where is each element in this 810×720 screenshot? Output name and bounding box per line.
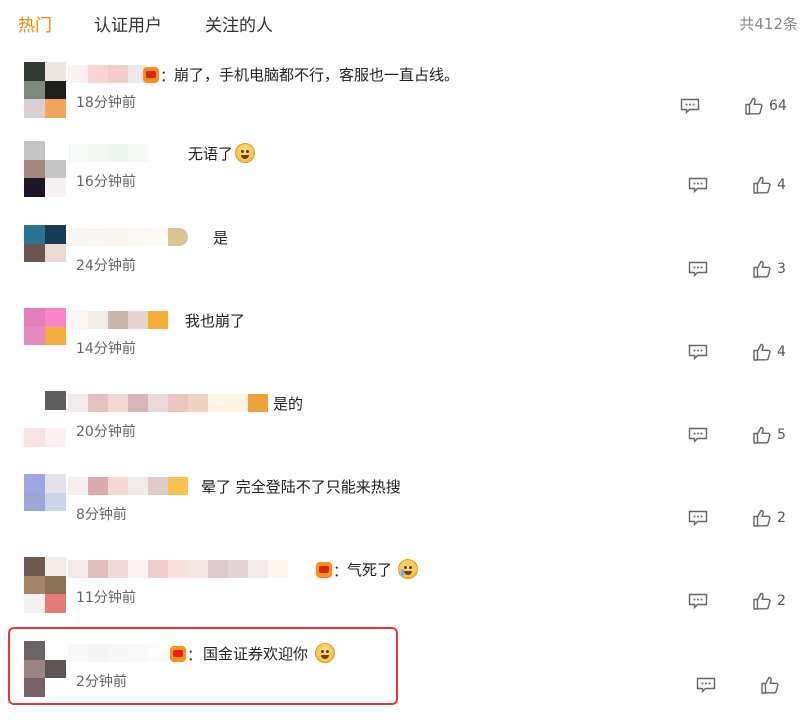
reply-button[interactable] bbox=[680, 98, 700, 115]
comment-total-count: 共412条 bbox=[739, 15, 798, 33]
like-count: 3 bbox=[777, 261, 786, 277]
comment-text: 我也崩了 bbox=[185, 312, 246, 330]
comment-bubble-icon bbox=[680, 98, 700, 115]
comment-text: 是的 bbox=[273, 395, 304, 413]
avatar[interactable] bbox=[24, 641, 66, 697]
like-count: 5 bbox=[777, 427, 786, 443]
comment-text: 晕了 完全登陆不了只能来热搜 bbox=[201, 478, 401, 496]
like-button[interactable]: 3 bbox=[752, 259, 786, 279]
member-badge-icon bbox=[170, 646, 186, 662]
comment-bubble-icon bbox=[696, 677, 716, 694]
comment-page: 热门 认证用户 关注的人 共412条 ： 崩了，手机电脑都不行，客服也一直占线。… bbox=[0, 0, 810, 720]
thumbs-up-icon bbox=[753, 343, 771, 361]
sweat-emoji-icon bbox=[235, 143, 255, 163]
username-redacted[interactable] bbox=[68, 64, 148, 84]
like-button[interactable]: 4 bbox=[752, 342, 786, 362]
reply-button[interactable] bbox=[688, 510, 708, 527]
comment-time: 20分钟前 bbox=[76, 424, 136, 440]
like-button[interactable]: 4 bbox=[752, 175, 786, 195]
like-count: 4 bbox=[777, 177, 786, 193]
comment-item: 晕了 完全登陆不了只能来热搜 8分钟前 2 bbox=[0, 474, 810, 554]
tab-following[interactable]: 关注的人 bbox=[205, 11, 273, 36]
like-button[interactable]: 64 bbox=[744, 96, 787, 116]
tab-verified-users[interactable]: 认证用户 bbox=[94, 11, 162, 36]
reply-button[interactable] bbox=[696, 677, 716, 694]
comment-item: 我也崩了 14分钟前 4 bbox=[0, 308, 810, 388]
avatar[interactable] bbox=[24, 141, 66, 197]
like-count: 4 bbox=[777, 344, 786, 360]
avatar[interactable] bbox=[24, 557, 66, 613]
like-button[interactable]: 2 bbox=[752, 591, 786, 611]
like-count: 64 bbox=[769, 98, 787, 114]
avatar[interactable] bbox=[24, 474, 66, 530]
avatar[interactable] bbox=[24, 225, 66, 281]
comment-time: 18分钟前 bbox=[76, 95, 136, 111]
laughing-emoji-icon bbox=[315, 643, 335, 663]
colon-separator: ： bbox=[333, 562, 349, 580]
username-redacted[interactable] bbox=[68, 310, 168, 330]
username-redacted[interactable] bbox=[68, 559, 288, 579]
comment-bubble-icon bbox=[688, 427, 708, 444]
comment-item: 是的 20分钟前 5 bbox=[0, 391, 810, 471]
comment-time: 14分钟前 bbox=[76, 341, 136, 357]
like-count: 2 bbox=[777, 510, 786, 526]
comment-time: 8分钟前 bbox=[76, 507, 127, 523]
comment-tab-bar: 热门 认证用户 关注的人 共412条 bbox=[0, 0, 810, 46]
comment-text: 国金证券欢迎你 bbox=[203, 645, 309, 663]
thumbs-up-icon bbox=[753, 509, 771, 527]
comment-item-highlighted: ： 国金证券欢迎你 2分钟前 bbox=[0, 641, 810, 720]
comment-time: 16分钟前 bbox=[76, 174, 136, 190]
comment-text: 无语了 bbox=[188, 145, 234, 163]
comment-bubble-icon bbox=[688, 510, 708, 527]
member-badge-icon bbox=[316, 562, 332, 578]
like-button[interactable] bbox=[760, 675, 785, 695]
username-redacted[interactable] bbox=[68, 476, 188, 496]
reply-button[interactable] bbox=[688, 177, 708, 194]
thumbs-up-icon bbox=[761, 676, 779, 694]
reply-button[interactable] bbox=[688, 261, 708, 278]
comment-text: 是 bbox=[213, 229, 229, 247]
username-redacted[interactable] bbox=[68, 643, 168, 663]
comment-time: 2分钟前 bbox=[76, 674, 127, 690]
comment-bubble-icon bbox=[688, 261, 708, 278]
thumbs-up-icon bbox=[753, 260, 771, 278]
colon-separator: ： bbox=[160, 67, 176, 85]
colon-separator: ： bbox=[187, 646, 203, 664]
avatar[interactable] bbox=[24, 391, 66, 447]
reply-button[interactable] bbox=[688, 344, 708, 361]
thumbs-up-icon bbox=[745, 97, 763, 115]
member-badge-icon bbox=[143, 67, 159, 83]
reply-button[interactable] bbox=[688, 427, 708, 444]
avatar[interactable] bbox=[24, 308, 66, 364]
comment-item: ： 气死了 11分钟前 2 bbox=[0, 557, 810, 637]
thumbs-up-icon bbox=[753, 592, 771, 610]
comment-item: ： 崩了，手机电脑都不行，客服也一直占线。 18分钟前 64 bbox=[0, 62, 810, 142]
comment-time: 11分钟前 bbox=[76, 590, 136, 606]
comment-bubble-icon bbox=[688, 177, 708, 194]
comment-item: 无语了 16分钟前 4 bbox=[0, 141, 810, 221]
comment-time: 24分钟前 bbox=[76, 258, 136, 274]
crying-emoji-icon bbox=[398, 559, 418, 579]
comment-text: 气死了 bbox=[347, 561, 393, 579]
thumbs-up-icon bbox=[753, 176, 771, 194]
comment-bubble-icon bbox=[688, 593, 708, 610]
reply-button[interactable] bbox=[688, 593, 708, 610]
like-button[interactable]: 2 bbox=[752, 508, 786, 528]
tab-hot[interactable]: 热门 bbox=[18, 11, 52, 36]
avatar[interactable] bbox=[24, 62, 66, 118]
comment-item: 是 24分钟前 3 bbox=[0, 225, 810, 305]
username-redacted[interactable] bbox=[68, 143, 168, 163]
thumbs-up-icon bbox=[753, 426, 771, 444]
username-redacted[interactable] bbox=[68, 227, 188, 247]
comment-text: 崩了，手机电脑都不行，客服也一直占线。 bbox=[174, 66, 460, 84]
username-redacted[interactable] bbox=[68, 393, 268, 413]
comment-bubble-icon bbox=[688, 344, 708, 361]
like-count: 2 bbox=[777, 593, 786, 609]
like-button[interactable]: 5 bbox=[752, 425, 786, 445]
